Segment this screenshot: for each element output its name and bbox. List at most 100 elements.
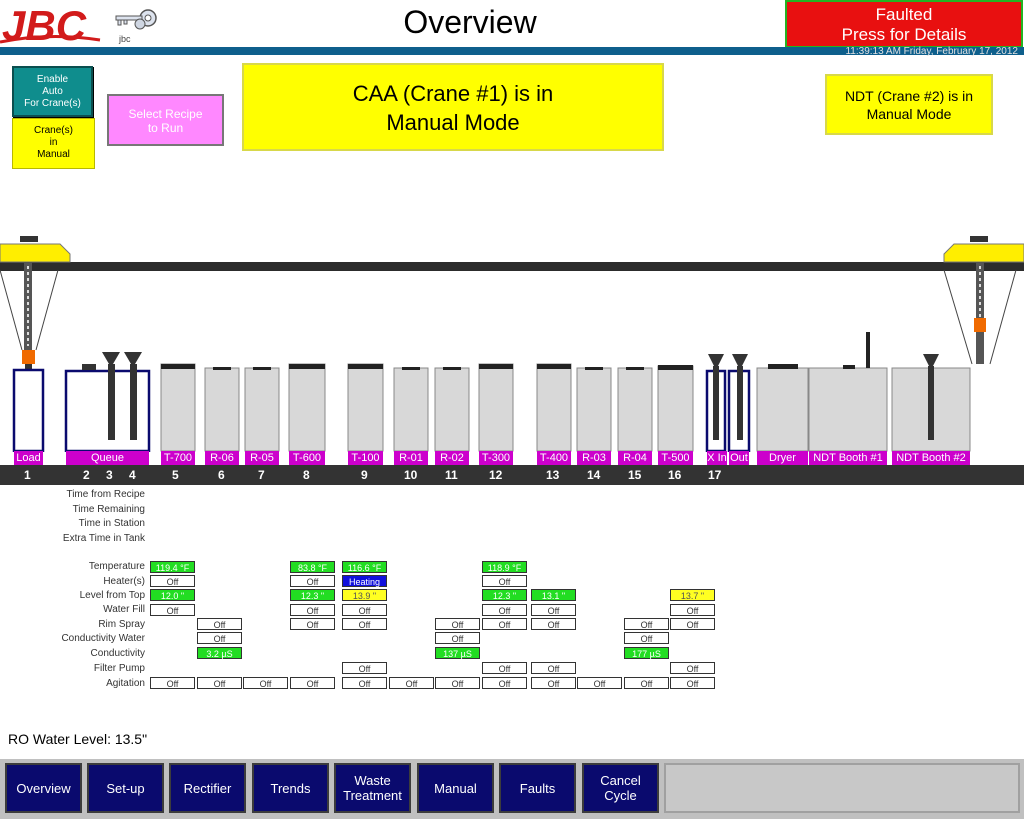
- tank-r02[interactable]: [434, 367, 470, 452]
- tank-r03[interactable]: [576, 367, 612, 452]
- level-cell[interactable]: 13.7 ": [670, 589, 715, 601]
- station-label-t100: T-100: [348, 451, 383, 465]
- rim-spray-cell[interactable]: Off: [482, 618, 527, 630]
- agitation-cell[interactable]: Off: [577, 677, 622, 689]
- rim-spray-cell[interactable]: Off: [624, 618, 669, 630]
- heaters-label: Heater(s): [103, 576, 145, 587]
- level-cell[interactable]: 12.3 ": [482, 589, 527, 601]
- station-label-x-in: X In: [707, 451, 727, 465]
- nav-faults-button[interactable]: Faults: [499, 763, 576, 813]
- level-cell[interactable]: 13.1 ": [531, 589, 576, 601]
- conductivity-water-cell[interactable]: Off: [435, 632, 480, 644]
- water-fill-cell[interactable]: Off: [290, 604, 335, 616]
- agitation-cell[interactable]: Off: [243, 677, 288, 689]
- nav-overview-button[interactable]: Overview: [5, 763, 82, 813]
- temperature-cell[interactable]: 119.4 °F: [150, 561, 195, 573]
- dryer-station[interactable]: [756, 364, 809, 452]
- station-number: 11: [445, 468, 458, 482]
- level-cell[interactable]: 13.9 ": [342, 589, 387, 601]
- station-label-ndt-booth-2: NDT Booth #2: [892, 451, 970, 465]
- ndt-booth-1-station[interactable]: [808, 332, 888, 452]
- tank-t400[interactable]: [536, 363, 572, 452]
- level-cell[interactable]: 12.0 ": [150, 589, 195, 601]
- tank-r05[interactable]: [244, 367, 280, 452]
- nav-trends-button[interactable]: Trends: [252, 763, 329, 813]
- heater-cell[interactable]: Off: [290, 575, 335, 587]
- filter-pump-cell[interactable]: Off: [531, 662, 576, 674]
- water-fill-cell[interactable]: Off: [482, 604, 527, 616]
- station-label-ndt-booth-1: NDT Booth #1: [809, 451, 887, 465]
- crane-rail: [0, 262, 1024, 271]
- heater-cell[interactable]: Off: [150, 575, 195, 587]
- rim-spray-cell[interactable]: Off: [435, 618, 480, 630]
- temperature-cell[interactable]: 116.6 °F: [342, 561, 387, 573]
- water-fill-cell[interactable]: Off: [342, 604, 387, 616]
- agitation-cell[interactable]: Off: [342, 677, 387, 689]
- nav-waste-treatment-button[interactable]: Waste Treatment: [334, 763, 411, 813]
- out-station[interactable]: [727, 354, 751, 452]
- tank-r06[interactable]: [204, 367, 240, 452]
- agitation-cell[interactable]: Off: [290, 677, 335, 689]
- heater-cell[interactable]: Off: [482, 575, 527, 587]
- nav-setup-button[interactable]: Set-up: [87, 763, 164, 813]
- tank-r01[interactable]: [393, 367, 429, 452]
- x-in-station[interactable]: [705, 354, 727, 452]
- agitation-cell[interactable]: Off: [624, 677, 669, 689]
- agitation-cell[interactable]: Off: [435, 677, 480, 689]
- rim-spray-cell[interactable]: Off: [290, 618, 335, 630]
- water-fill-cell[interactable]: Off: [670, 604, 715, 616]
- filter-pump-cell[interactable]: Off: [482, 662, 527, 674]
- agitation-cell[interactable]: Off: [482, 677, 527, 689]
- select-recipe-button[interactable]: Select Recipe to Run: [107, 94, 224, 146]
- station-number: 8: [303, 468, 310, 482]
- tank-r04[interactable]: [617, 367, 653, 452]
- temperature-label: Temperature: [88, 561, 145, 572]
- station-number-bar: [0, 465, 1024, 485]
- tank-t500[interactable]: [657, 365, 694, 452]
- filter-pump-cell[interactable]: Off: [342, 662, 387, 674]
- agitation-cell[interactable]: Off: [150, 677, 195, 689]
- station-label-r06: R-06: [205, 451, 239, 465]
- conductivity-label: Conductivity: [90, 648, 145, 659]
- station-number: 14: [587, 468, 601, 482]
- agitation-cell[interactable]: Off: [197, 677, 242, 689]
- station-number: 6: [218, 468, 225, 482]
- nav-manual-button[interactable]: Manual: [417, 763, 494, 813]
- fault-details-button[interactable]: Faulted Press for Details: [785, 0, 1023, 48]
- keys-icon: [115, 9, 157, 30]
- water-fill-cell[interactable]: Off: [531, 604, 576, 616]
- nav-cancel-cycle-button[interactable]: Cancel Cycle: [582, 763, 659, 813]
- heater-cell[interactable]: Heating: [342, 575, 387, 587]
- conductivity-cell[interactable]: 137 µS: [435, 647, 480, 659]
- rim-spray-cell[interactable]: Off: [670, 618, 715, 630]
- temperature-cell[interactable]: 83.8 °F: [290, 561, 335, 573]
- conductivity-cell[interactable]: 3.2 µS: [197, 647, 242, 659]
- crane-2-icon[interactable]: [943, 236, 1024, 365]
- temperature-cell[interactable]: 118.9 °F: [482, 561, 527, 573]
- conductivity-cell[interactable]: 177 µS: [624, 647, 669, 659]
- station-number: 5: [172, 468, 179, 482]
- rim-spray-cell[interactable]: Off: [342, 618, 387, 630]
- tank-t700[interactable]: [160, 363, 196, 452]
- filter-pump-cell[interactable]: Off: [670, 662, 715, 674]
- tank-t300[interactable]: [478, 363, 514, 452]
- water-fill-cell[interactable]: Off: [150, 604, 195, 616]
- enable-auto-button[interactable]: Enable Auto For Crane(s): [12, 66, 93, 117]
- conductivity-water-cell[interactable]: Off: [197, 632, 242, 644]
- conductivity-water-cell[interactable]: Off: [624, 632, 669, 644]
- agitation-cell[interactable]: Off: [670, 677, 715, 689]
- ndt-booth-2-station[interactable]: [891, 354, 971, 452]
- station-label-t400: T-400: [537, 451, 571, 465]
- rim-spray-cell[interactable]: Off: [197, 618, 242, 630]
- level-cell[interactable]: 12.3 ": [290, 589, 335, 601]
- station-number: 15: [628, 468, 642, 482]
- tank-t600[interactable]: [288, 363, 326, 452]
- agitation-cell[interactable]: Off: [531, 677, 576, 689]
- tank-t100[interactable]: [347, 363, 384, 452]
- rim-spray-cell[interactable]: Off: [531, 618, 576, 630]
- page-title: Overview: [403, 4, 537, 40]
- load-station[interactable]: [12, 368, 45, 452]
- nav-rectifier-button[interactable]: Rectifier: [169, 763, 246, 813]
- station-number: 9: [361, 468, 368, 482]
- agitation-cell[interactable]: Off: [389, 677, 434, 689]
